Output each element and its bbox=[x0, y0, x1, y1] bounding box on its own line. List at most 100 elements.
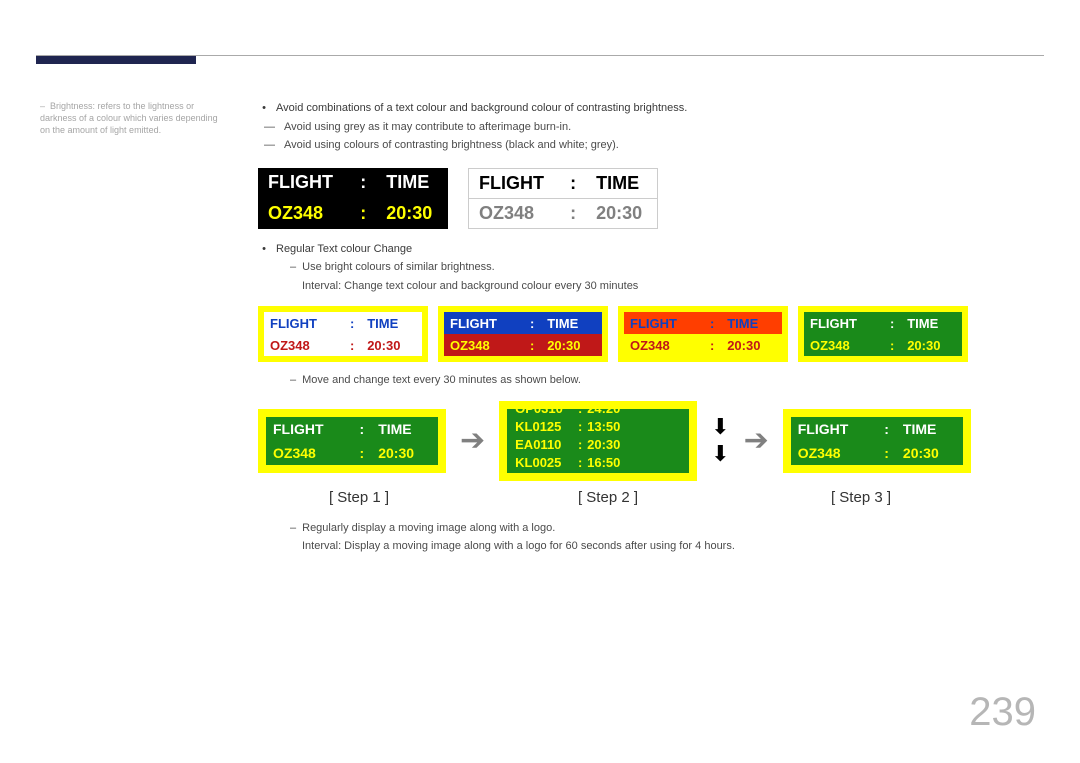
sep: : bbox=[350, 198, 376, 229]
step1-label: [ Step 1 ] bbox=[258, 489, 460, 506]
hdr-time: TIME bbox=[541, 312, 602, 334]
sep: : bbox=[573, 409, 587, 417]
dash-icon: ― bbox=[264, 137, 278, 154]
hdr-time: TIME bbox=[376, 168, 448, 199]
row-code: OP0310 bbox=[515, 409, 573, 417]
dash-icon: ‒ bbox=[290, 372, 296, 389]
boards-row-2: FLIGHT : TIME OZ348 : 20:30 FLIGHT : TIM… bbox=[258, 306, 1018, 362]
arrow-down-icon: ⬇ bbox=[711, 441, 729, 467]
dash-text: Avoid using colours of contrasting brigh… bbox=[284, 137, 619, 154]
hdr-flight: FLIGHT bbox=[624, 312, 703, 334]
sep: : bbox=[353, 441, 372, 465]
dash-icon: – bbox=[40, 100, 50, 112]
val-time: 20:30 bbox=[586, 198, 657, 228]
header-accent bbox=[36, 56, 196, 64]
sidebar-note: –Brightness: refers to the lightness or … bbox=[40, 100, 220, 136]
sep: : bbox=[343, 312, 361, 334]
sep: : bbox=[573, 437, 587, 452]
sep: : bbox=[573, 455, 587, 470]
hdr-time: TIME bbox=[721, 312, 782, 334]
flight-board-black: FLIGHT : TIME OZ348 : 20:30 bbox=[258, 168, 448, 229]
val-time: 20:30 bbox=[896, 441, 963, 465]
arrow-down-icon: ⬇ bbox=[711, 414, 729, 440]
sep: : bbox=[877, 441, 896, 465]
sep: : bbox=[523, 312, 541, 334]
val-flight: OZ348 bbox=[804, 334, 883, 356]
row-code: EA0110 bbox=[515, 437, 573, 452]
val-flight: OZ348 bbox=[444, 334, 523, 356]
hdr-time: TIME bbox=[586, 168, 657, 198]
val-time: 20:30 bbox=[721, 334, 782, 356]
step-labels: [ Step 1 ] [ Step 2 ] [ Step 3 ] bbox=[258, 489, 1018, 506]
val-time: 20:30 bbox=[541, 334, 602, 356]
sep: : bbox=[703, 334, 721, 356]
hdr-time: TIME bbox=[371, 417, 438, 441]
arrow-right-icon: ➔ bbox=[744, 423, 769, 458]
sep: : bbox=[343, 334, 361, 356]
val-flight: OZ348 bbox=[258, 198, 350, 229]
board-blue-on-white: FLIGHT : TIME OZ348 : 20:30 bbox=[258, 306, 428, 362]
step1-board: FLIGHT : TIME OZ348 : 20:30 bbox=[258, 409, 446, 473]
val-flight: OZ348 bbox=[791, 441, 878, 465]
sep: : bbox=[877, 417, 896, 441]
bullet-text: Avoid combinations of a text colour and … bbox=[276, 100, 687, 117]
sep: : bbox=[523, 334, 541, 356]
sep: : bbox=[573, 419, 587, 434]
sep: : bbox=[883, 312, 901, 334]
sub-text: Interval: Display a moving image along w… bbox=[302, 538, 735, 555]
step2-board: OP0310 : 24:20 KL0125 : 13:50 EA0110 : 2… bbox=[499, 401, 697, 481]
val-time: 20:30 bbox=[901, 334, 962, 356]
sep: : bbox=[560, 168, 586, 198]
sep: : bbox=[883, 334, 901, 356]
sub-line: Interval: Display a moving image along w… bbox=[302, 538, 1018, 555]
sep: : bbox=[350, 168, 376, 199]
dash-icon: ‒ bbox=[290, 259, 296, 276]
row-time: 20:30 bbox=[587, 437, 681, 452]
sidebar-note-text: Brightness: refers to the lightness or d… bbox=[40, 101, 218, 135]
dash-icon: ‒ bbox=[290, 520, 296, 537]
val-flight: OZ348 bbox=[469, 198, 561, 228]
board-white-on-green: FLIGHT : TIME OZ348 : 20:30 bbox=[798, 306, 968, 362]
row-time: 24:20 bbox=[587, 409, 681, 417]
val-time: 20:30 bbox=[376, 198, 448, 229]
bullet-text: Regular Text colour Change bbox=[276, 241, 412, 258]
sep: : bbox=[353, 417, 372, 441]
val-time: 20:30 bbox=[361, 334, 422, 356]
sep: : bbox=[703, 312, 721, 334]
val-flight: OZ348 bbox=[264, 334, 343, 356]
down-arrows: ⬇ ⬇ bbox=[711, 414, 729, 467]
arrow-right-icon: ➔ bbox=[460, 423, 485, 458]
main-content: • Avoid combinations of a text colour an… bbox=[258, 100, 1018, 557]
val-flight: OZ348 bbox=[624, 334, 703, 356]
sub-text: Move and change text every 30 minutes as… bbox=[302, 372, 581, 389]
hdr-flight: FLIGHT bbox=[264, 312, 343, 334]
flight-board-white: FLIGHT : TIME OZ348 : 20:30 bbox=[468, 168, 658, 229]
hdr-flight: FLIGHT bbox=[804, 312, 883, 334]
board-white-on-blue: FLIGHT : TIME OZ348 : 20:30 bbox=[438, 306, 608, 362]
val-time: 20:30 bbox=[371, 441, 438, 465]
dash-text: Avoid using grey as it may contribute to… bbox=[284, 119, 571, 136]
dash-icon: ― bbox=[264, 119, 278, 136]
hdr-flight: FLIGHT bbox=[266, 417, 353, 441]
sub-line: ‒ Move and change text every 30 minutes … bbox=[290, 372, 1018, 389]
row-code: KL0125 bbox=[515, 419, 573, 434]
val-flight: OZ348 bbox=[266, 441, 353, 465]
row-time: 16:50 bbox=[587, 455, 681, 470]
bullet-line: • Avoid combinations of a text colour an… bbox=[258, 100, 1018, 117]
step3-label: [ Step 3 ] bbox=[756, 489, 966, 506]
step3-board: FLIGHT : TIME OZ348 : 20:30 bbox=[783, 409, 971, 473]
hdr-time: TIME bbox=[901, 312, 962, 334]
dash-line: ― Avoid using colours of contrasting bri… bbox=[264, 137, 1018, 154]
sub-line: ‒ Regularly display a moving image along… bbox=[290, 520, 1018, 537]
boards-row-1: FLIGHT : TIME OZ348 : 20:30 FLIGHT : TIM… bbox=[258, 168, 1018, 229]
sub-line: Interval: Change text colour and backgro… bbox=[302, 278, 1018, 295]
bullet-icon: • bbox=[258, 241, 270, 258]
bullet-line: • Regular Text colour Change bbox=[258, 241, 1018, 258]
hdr-flight: FLIGHT bbox=[258, 168, 350, 199]
sub-text: Use bright colours of similar brightness… bbox=[302, 259, 495, 276]
page-number: 239 bbox=[969, 690, 1036, 735]
step2-scroll-area: OP0310 : 24:20 KL0125 : 13:50 EA0110 : 2… bbox=[507, 409, 689, 473]
hdr-time: TIME bbox=[896, 417, 963, 441]
sub-text: Interval: Change text colour and backgro… bbox=[302, 278, 638, 295]
hdr-flight: FLIGHT bbox=[469, 168, 561, 198]
